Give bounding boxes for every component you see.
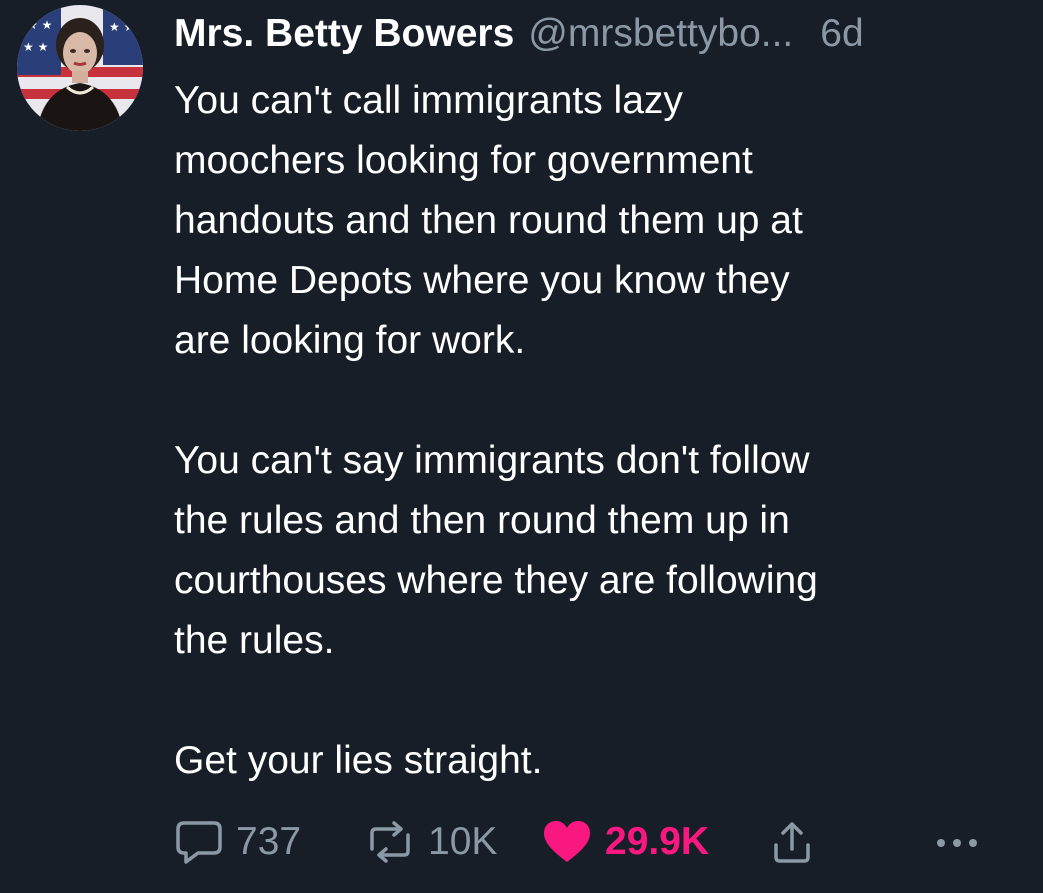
text-line: are looking for work. <box>174 319 526 362</box>
tweet-paragraph: You can't call immigrants lazy moochers … <box>174 71 1014 371</box>
retweet-count: 10K <box>428 820 498 863</box>
profile-avatar-icon: ★ ★ ★ ★ ★ ★ <box>17 5 143 131</box>
text-line: handouts and then round them up at <box>174 199 803 242</box>
svg-text:★ ★: ★ ★ <box>109 20 134 34</box>
author-handle[interactable]: @mrsbettybo... <box>528 12 793 56</box>
tweet-header: Mrs. Betty Bowers @mrsbettybo... 6d <box>174 8 864 60</box>
svg-text:★ ★: ★ ★ <box>27 18 52 32</box>
reply-icon <box>176 821 222 864</box>
retweet-button[interactable]: 10K <box>364 814 497 870</box>
like-button[interactable]: 29.9K <box>541 814 709 870</box>
more-button[interactable] <box>934 814 980 870</box>
heart-icon <box>544 821 590 862</box>
reply-button[interactable]: 737 <box>174 814 301 870</box>
text-line: courthouses where they are following <box>174 559 818 602</box>
avatar[interactable]: ★ ★ ★ ★ ★ ★ <box>17 5 143 131</box>
like-count: 29.9K <box>605 820 710 863</box>
reply-count: 737 <box>236 820 302 863</box>
tweet-paragraph: You can't say immigrants don't follow th… <box>174 431 1014 671</box>
tweet-paragraph: Get your lies straight. <box>174 731 1014 791</box>
more-icon <box>937 839 977 847</box>
text-line: You can't call immigrants lazy <box>174 79 683 122</box>
share-button[interactable] <box>772 814 812 870</box>
text-line: Get your lies straight. <box>174 739 543 782</box>
share-icon <box>774 822 810 863</box>
text-line: the rules and then round them up in <box>174 499 790 542</box>
svg-text:★ ★: ★ ★ <box>23 40 48 54</box>
timestamp[interactable]: 6d <box>820 12 863 56</box>
text-line: Home Depots where you know they <box>174 259 790 302</box>
tweet: ★ ★ ★ ★ ★ ★ Mrs. Betty Bowers @mrsbettyb… <box>0 0 1043 893</box>
text-line: You can't say immigrants don't follow <box>174 439 810 482</box>
retweet-icon <box>370 821 410 863</box>
action-bar: 737 10K 29.9K <box>174 814 984 870</box>
author-name[interactable]: Mrs. Betty Bowers <box>174 12 514 56</box>
text-line: moochers looking for government <box>174 139 753 182</box>
text-line: the rules. <box>174 619 335 662</box>
tweet-text: You can't call immigrants lazy moochers … <box>174 71 1014 791</box>
